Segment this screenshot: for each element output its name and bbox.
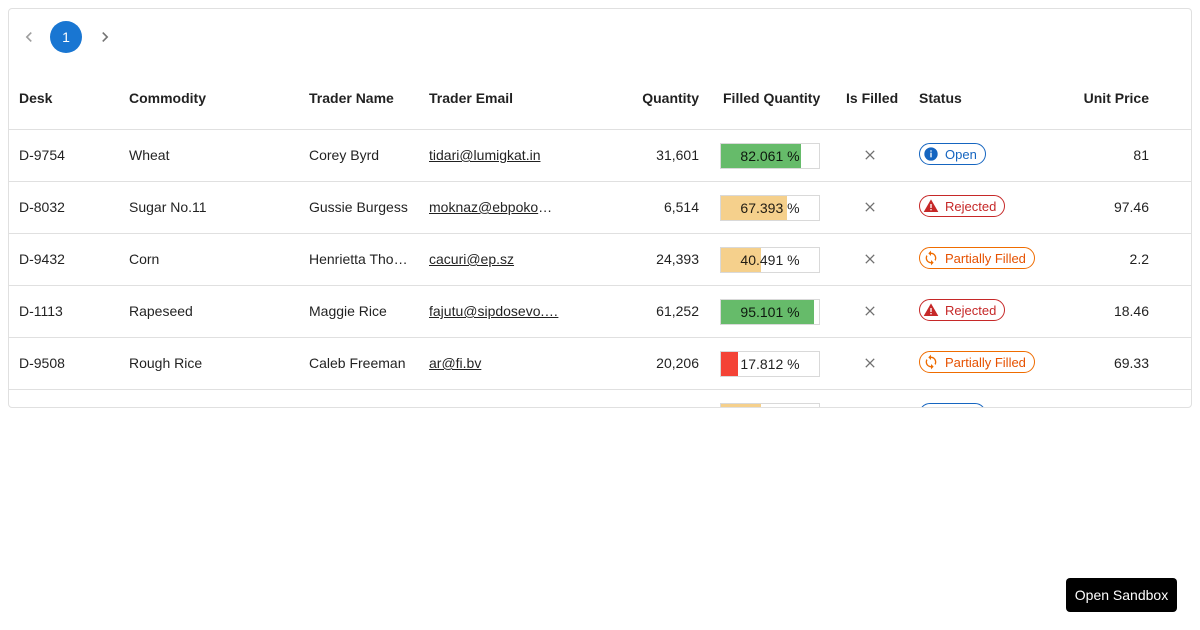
quantity-cell: 61,252 <box>656 303 699 319</box>
column-header-unit-price[interactable]: Unit Price <box>1049 67 1149 129</box>
status-badge: Open <box>919 143 986 165</box>
filled-quantity-label: 40.491 % <box>740 252 800 268</box>
info-icon <box>923 406 939 407</box>
column-header-quantity[interactable]: Quantity <box>599 67 699 129</box>
sync-icon <box>923 250 939 266</box>
close-icon <box>861 199 879 217</box>
trader-email-link[interactable]: pe@mew.su <box>429 390 559 407</box>
trader-email-link[interactable]: fajutu@sipdosevo.… <box>429 286 559 337</box>
status-label: Partially Filled <box>945 354 1026 370</box>
desk-cell: D-6586 <box>19 390 119 407</box>
status-badge: Partially Filled <box>919 247 1035 269</box>
unit-price-cell: 54.66 <box>1049 390 1149 407</box>
filled-quantity-progress: 40.82 % <box>720 403 820 407</box>
status-badge: Rejected <box>919 195 1006 217</box>
column-header-filled-quantity[interactable]: Filled Quantity <box>723 67 820 129</box>
commodity-cell: Sugar No.11 <box>129 390 299 407</box>
column-header-status[interactable]: Status <box>919 67 962 129</box>
status-badge: Partially Filled <box>919 351 1035 373</box>
column-header-trader-email[interactable]: Trader Email <box>429 67 513 129</box>
data-grid: 1 Desk Commodity Trader Name Trader Emai… <box>8 8 1192 408</box>
table-row[interactable]: D-9508 Rough Rice Caleb Freeman ar@fi.bv… <box>9 338 1191 390</box>
trader-name-cell: Caleb Freeman <box>309 355 406 371</box>
column-header-is-filled[interactable]: Is Filled <box>846 67 898 129</box>
table-row[interactable]: D-9432 Corn Henrietta Tho… cacuri@ep.sz … <box>9 234 1191 286</box>
filled-quantity-progress: 82.061 % <box>720 143 820 169</box>
desk-cell: D-8032 <box>19 199 65 215</box>
close-icon <box>861 147 879 165</box>
desk-cell: D-1113 <box>19 303 63 319</box>
quantity-cell: 6,514 <box>663 199 699 215</box>
commodity-cell: Rapeseed <box>129 303 193 319</box>
quantity-cell: 20,206 <box>656 355 699 371</box>
filled-quantity-label: 40.82 % <box>721 404 819 407</box>
trader-email-link[interactable]: tidari@lumigkat.in <box>429 130 559 181</box>
column-header-trader-name[interactable]: Trader Name <box>309 67 394 129</box>
quantity-cell: 78,567 <box>599 390 699 407</box>
column-header-desk[interactable]: Desk <box>19 67 52 129</box>
filled-quantity-progress: 67.393 % <box>720 195 820 221</box>
status-label: Open <box>945 407 977 408</box>
unit-price-cell: 81 <box>1133 147 1149 163</box>
unit-price-cell: 18.46 <box>1113 303 1149 319</box>
desk-cell: D-9754 <box>19 147 65 163</box>
filled-quantity-progress: 40.491 % <box>720 247 820 273</box>
close-icon <box>861 251 879 269</box>
filled-quantity-label: 17.812 % <box>740 356 800 372</box>
chevron-left-icon[interactable] <box>13 21 45 53</box>
status-label: Open <box>945 146 977 162</box>
close-icon <box>861 407 879 408</box>
filled-quantity-progress: 95.101 % <box>720 299 820 325</box>
status-badge: Rejected <box>919 299 1006 321</box>
quantity-cell: 31,601 <box>656 147 699 163</box>
table-row[interactable]: D-8032 Sugar No.11 Gussie Burgess moknaz… <box>9 182 1191 234</box>
trader-email-link[interactable]: moknaz@ebpokos… <box>429 182 559 233</box>
commodity-cell: Rough Rice <box>129 355 203 371</box>
unit-price-cell: 2.2 <box>1129 251 1149 267</box>
status-badge: Open <box>919 403 986 408</box>
warning-icon <box>923 302 939 318</box>
unit-price-cell: 97.46 <box>1113 199 1149 215</box>
warning-icon <box>923 198 939 214</box>
pagination: 1 <box>9 9 1191 65</box>
sync-icon <box>923 354 939 370</box>
open-sandbox-button[interactable]: Open Sandbox <box>1066 578 1177 612</box>
trader-email-link[interactable]: ar@fi.bv <box>429 338 559 389</box>
unit-price-cell: 69.33 <box>1113 355 1149 371</box>
trader-name-cell: Maggie Rice <box>309 303 387 319</box>
trader-email-link[interactable]: cacuri@ep.sz <box>429 234 559 285</box>
status-label: Partially Filled <box>945 250 1026 266</box>
close-icon <box>861 303 879 321</box>
commodity-cell: Corn <box>129 251 160 267</box>
commodity-cell: Sugar No.11 <box>129 199 207 215</box>
column-headers: Desk Commodity Trader Name Trader Email … <box>9 67 1191 130</box>
trader-name-cell: Corey Byrd <box>309 147 380 163</box>
table-row[interactable]: D-1113 Rapeseed Maggie Rice fajutu@sipdo… <box>9 286 1191 338</box>
trader-name-cell: Gussie Burgess <box>309 199 408 215</box>
filled-quantity-progress: 17.812 % <box>720 351 820 377</box>
table-row[interactable]: D-6586 Sugar No.11 Barry Lucas pe@mew.su… <box>9 390 1191 408</box>
filled-quantity-label: 82.061 % <box>740 148 800 164</box>
column-header-commodity[interactable]: Commodity <box>129 67 206 129</box>
filled-quantity-label: 67.393 % <box>740 200 800 216</box>
trader-name-cell: Barry Lucas <box>309 390 409 407</box>
trader-name-cell: Henrietta Tho… <box>309 251 408 267</box>
desk-cell: D-9432 <box>19 251 65 267</box>
desk-cell: D-9508 <box>19 355 65 371</box>
quantity-cell: 24,393 <box>656 251 699 267</box>
commodity-cell: Wheat <box>129 147 170 163</box>
filled-quantity-label: 95.101 % <box>740 304 800 320</box>
table-row[interactable]: D-9754 Wheat Corey Byrd tidari@lumigkat.… <box>9 130 1191 182</box>
page-button-current[interactable]: 1 <box>50 21 82 53</box>
chevron-right-icon[interactable] <box>89 21 121 53</box>
close-icon <box>861 355 879 373</box>
info-icon <box>923 146 939 162</box>
status-label: Rejected <box>945 198 997 214</box>
status-label: Rejected <box>945 302 997 318</box>
